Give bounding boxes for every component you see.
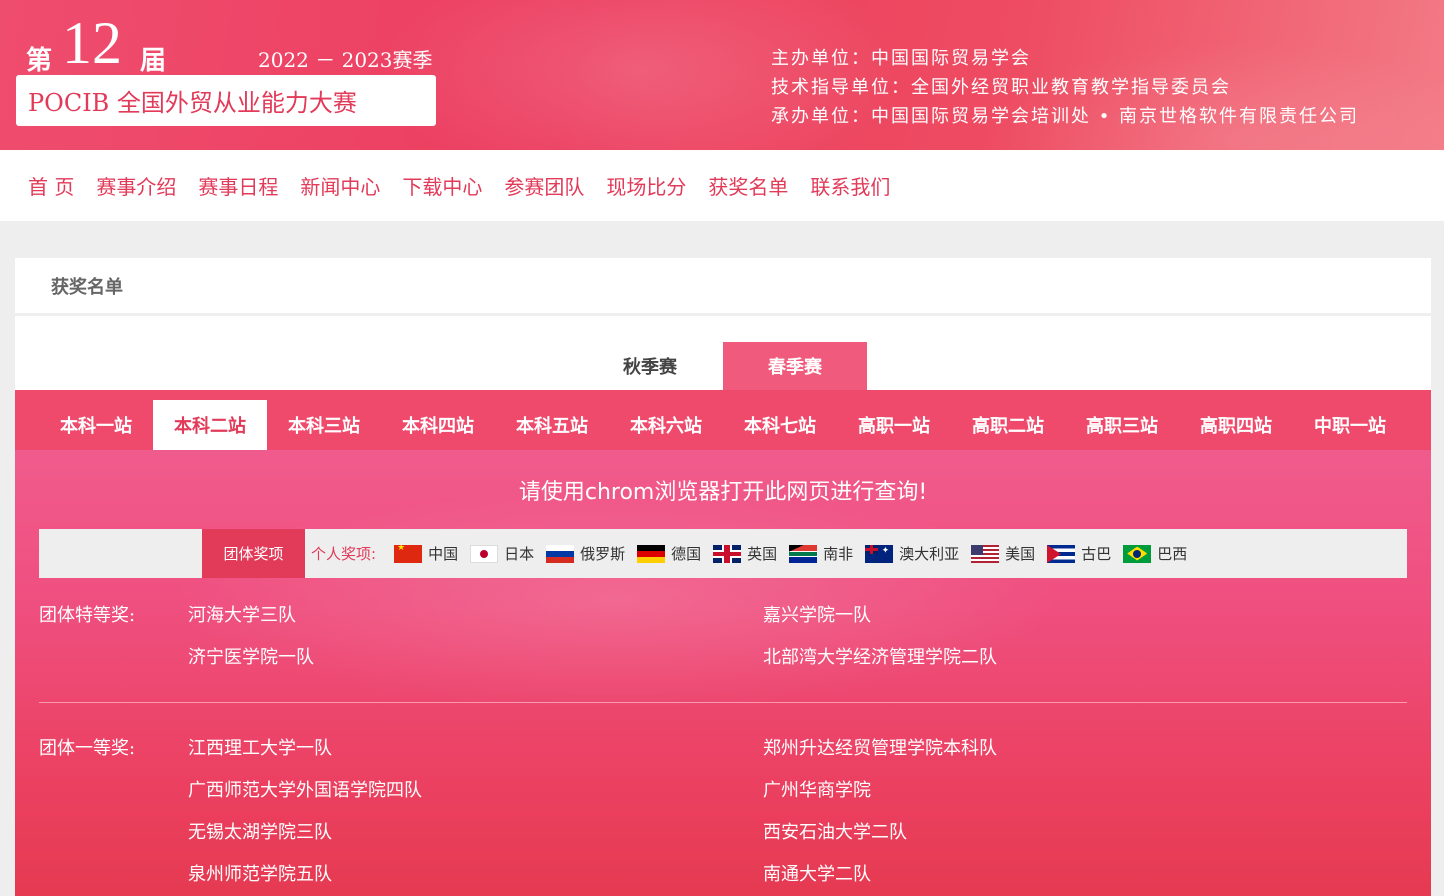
nav-contact[interactable]: 联系我们	[810, 171, 890, 200]
team-name: 济宁医学院一队	[188, 647, 314, 668]
team-name: 嘉兴学院一队	[763, 605, 871, 626]
edition-prefix: 第	[26, 46, 53, 76]
country-australia[interactable]: 澳大利亚	[865, 543, 959, 564]
country-label: 美国	[1005, 545, 1036, 563]
team-name: 北部湾大学经济管理学院二队	[763, 647, 997, 668]
nav-winners[interactable]: 获奖名单	[708, 171, 788, 200]
team-name: 泉州师范学院五队	[188, 864, 332, 885]
tab-station-10[interactable]: 高职三站	[1065, 400, 1179, 450]
country-usa[interactable]: 美国	[971, 543, 1035, 564]
country-label: 德国	[671, 545, 702, 563]
main-nav: 首 页 赛事介绍 赛事日程 新闻中心 下载中心 参赛团队 现场比分 获奖名单 联…	[0, 150, 1444, 221]
award-team-list: 河海大学三队 嘉兴学院一队 济宁医学院一队 北部湾大学经济管理学院二队	[188, 595, 1407, 679]
country-uk[interactable]: 英国	[713, 543, 777, 564]
organizer-host: 主办单位：中国国际贸易学会	[771, 48, 1031, 69]
team-name: 郑州升达经贸管理学院本科队	[763, 738, 997, 759]
award-team-list: 江西理工大学一队 郑州升达经贸管理学院本科队 广西师范大学外国语学院四队 广州华…	[188, 728, 1407, 896]
nav-home[interactable]: 首 页	[28, 171, 74, 200]
team-name: 广州华商学院	[763, 780, 871, 801]
country-label: 南非	[823, 545, 854, 563]
tab-station-4[interactable]: 本科四站	[381, 400, 495, 450]
results-panel: 请使用chrom浏览器打开此网页进行查询! 团体奖项 个人奖项: 中国 日本 俄…	[15, 450, 1431, 896]
country-russia[interactable]: 俄罗斯	[546, 543, 625, 564]
nav-schedule[interactable]: 赛事日程	[198, 171, 278, 200]
organizer-tech: 技术指导单位：全国外经贸职业教育教学指导委员会	[771, 77, 1231, 98]
season-tabs: 秋季赛 春季赛	[15, 342, 1431, 390]
individual-awards-label: 个人奖项:	[311, 545, 377, 563]
uk-flag-icon	[713, 544, 742, 563]
russia-flag-icon	[546, 544, 575, 563]
content-card: 获奖名单 秋季赛 春季赛 本科一站 本科二站 本科三站 本科四站 本科五站 本科…	[15, 258, 1431, 896]
station-tabs: 本科一站 本科二站 本科三站 本科四站 本科五站 本科六站 本科七站 高职一站 …	[15, 390, 1431, 450]
usa-flag-icon	[971, 544, 1000, 563]
nav-news[interactable]: 新闻中心	[300, 171, 380, 200]
organizer-undertaker: 承办单位：中国国际贸易学会培训处 • 南京世格软件有限责任公司	[771, 106, 1360, 127]
team-name: 河海大学三队	[188, 605, 296, 626]
team-name: 江西理工大学一队	[188, 738, 332, 759]
nav-teams[interactable]: 参赛团队	[504, 171, 584, 200]
country-label: 中国	[428, 545, 459, 563]
header-banner: 第 12 届 2022 － 2023赛季 POCIB 全国外贸从业能力大赛 主办…	[0, 0, 1444, 150]
country-brazil[interactable]: 巴西	[1123, 543, 1187, 564]
team-awards-tab[interactable]: 团体奖项	[202, 529, 305, 578]
cuba-flag-icon	[1047, 544, 1076, 563]
tab-station-9[interactable]: 高职二站	[951, 400, 1065, 450]
tab-station-3[interactable]: 本科三站	[267, 400, 381, 450]
country-cuba[interactable]: 古巴	[1047, 543, 1111, 564]
competition-logo: POCIB 全国外贸从业能力大赛	[16, 75, 436, 126]
country-germany[interactable]: 德国	[637, 543, 701, 564]
edition-suffix: 届	[140, 46, 167, 76]
australia-flag-icon	[865, 544, 894, 563]
china-flag-icon	[394, 544, 423, 563]
country-label: 巴西	[1157, 545, 1188, 563]
country-label: 古巴	[1081, 545, 1112, 563]
nav-live-scores[interactable]: 现场比分	[606, 171, 686, 200]
organizer-info: 主办单位：中国国际贸易学会 技术指导单位：全国外经贸职业教育教学指导委员会 承办…	[771, 44, 1359, 131]
award-filter-bar: 团体奖项 个人奖项: 中国 日本 俄罗斯 德国 英国 南非 澳大利亚 美国 古巴…	[39, 529, 1407, 578]
japan-flag-icon	[470, 544, 499, 563]
award-divider	[39, 702, 1407, 703]
team-name: 无锡太湖学院三队	[188, 822, 332, 843]
team-name: 南通大学二队	[763, 864, 871, 885]
country-china[interactable]: 中国	[394, 543, 458, 564]
award-label-first: 团体一等奖:	[39, 738, 136, 759]
browser-notice: 请使用chrom浏览器打开此网页进行查询!	[518, 480, 928, 505]
tab-station-6[interactable]: 本科六站	[609, 400, 723, 450]
tab-station-2[interactable]: 本科二站	[153, 400, 267, 450]
country-label: 英国	[747, 545, 778, 563]
south-africa-flag-icon	[789, 544, 818, 563]
season-label: 2022 － 2023赛季	[258, 48, 433, 72]
edition-number: 12	[62, 10, 122, 76]
country-label: 日本	[504, 545, 535, 563]
award-label-special: 团体特等奖:	[39, 605, 136, 626]
tab-autumn[interactable]: 秋季赛	[578, 342, 722, 390]
card-header: 获奖名单	[15, 258, 1431, 316]
country-label: 俄罗斯	[580, 545, 626, 563]
nav-intro[interactable]: 赛事介绍	[96, 171, 176, 200]
tab-station-1[interactable]: 本科一站	[39, 400, 153, 450]
tab-station-5[interactable]: 本科五站	[495, 400, 609, 450]
brazil-flag-icon	[1123, 544, 1152, 563]
team-name: 广西师范大学外国语学院四队	[188, 780, 422, 801]
country-japan[interactable]: 日本	[470, 543, 534, 564]
tab-spring[interactable]: 春季赛	[723, 342, 867, 390]
tab-station-8[interactable]: 高职一站	[837, 400, 951, 450]
country-south-africa[interactable]: 南非	[789, 543, 853, 564]
tab-station-12[interactable]: 中职一站	[1293, 400, 1407, 450]
team-name: 西安石油大学二队	[763, 822, 907, 843]
nav-downloads[interactable]: 下载中心	[402, 171, 482, 200]
tab-station-7[interactable]: 本科七站	[723, 400, 837, 450]
page-title: 获奖名单	[51, 276, 123, 298]
country-label: 澳大利亚	[899, 545, 960, 563]
germany-flag-icon	[637, 544, 666, 563]
tab-station-11[interactable]: 高职四站	[1179, 400, 1293, 450]
